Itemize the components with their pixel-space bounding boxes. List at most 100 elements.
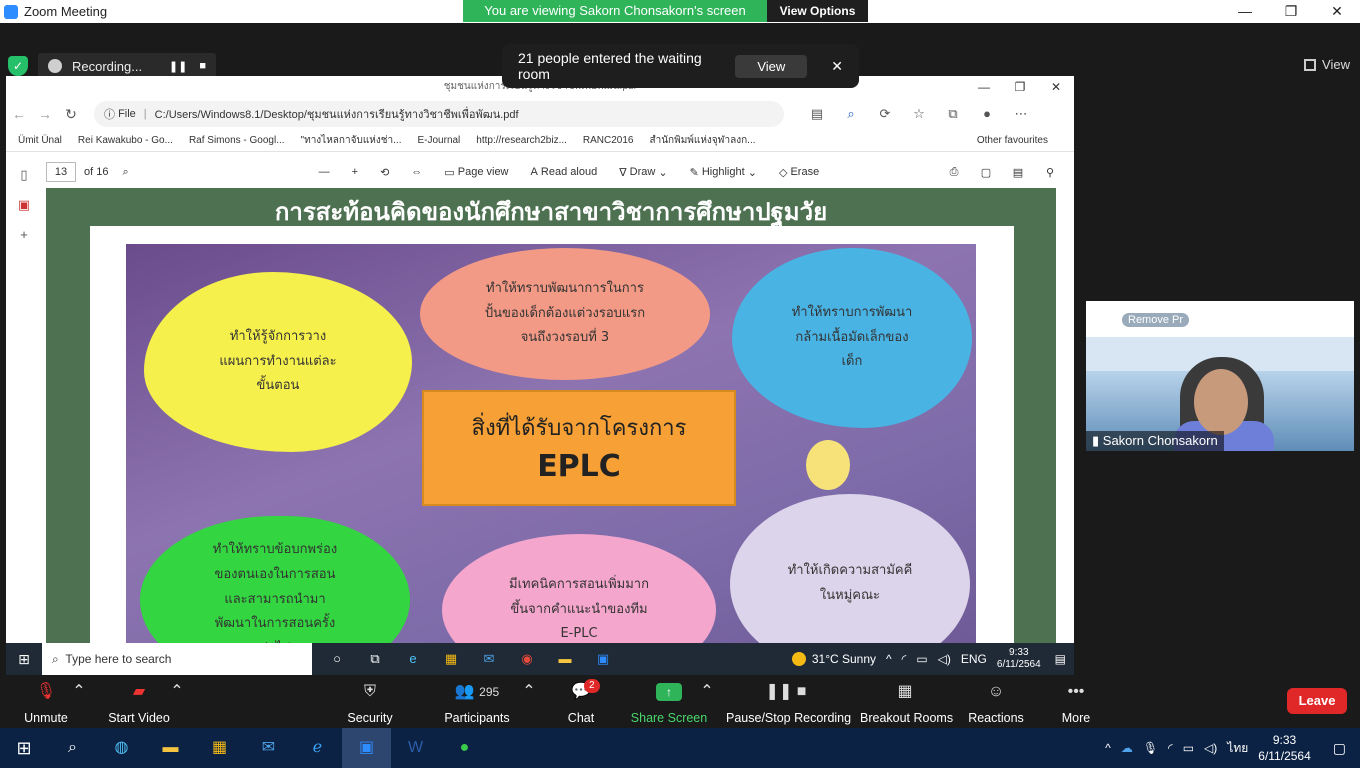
center-box: สิ่งที่ได้รับจากโครงการ EPLC [422, 390, 736, 506]
extensions-icon[interactable]: ⟳ [868, 106, 902, 122]
favourite-item[interactable]: http://research2biz... [476, 135, 567, 146]
participants-button[interactable]: 👥 295 Participants [442, 679, 512, 725]
close-icon[interactable]: ✕ [1314, 0, 1360, 23]
reading-mode-icon[interactable]: ▤ [800, 106, 834, 122]
start-video-button[interactable]: ▰ Start Video [104, 679, 174, 725]
chat-badge: 2 [584, 679, 600, 693]
edge-taskbar-icon[interactable]: ◍ [97, 728, 146, 768]
favourite-item[interactable]: Rei Kawakubo - Go... [78, 135, 173, 146]
encryption-shield-icon[interactable]: ✓ [8, 56, 28, 76]
erase-button[interactable]: ◇ Erase [779, 166, 819, 179]
zoom-app-icon [4, 4, 18, 19]
cloud-recording-icon [48, 59, 62, 73]
share-screen-button[interactable]: ↑ Share Screen [630, 679, 708, 725]
mic-icon[interactable]: 🎙 [1143, 741, 1158, 755]
other-favourites[interactable]: Other favourites [977, 135, 1048, 146]
page-view-button[interactable]: ▭ Page view [444, 166, 508, 179]
browser-tools: ▤ ⌕ ⟳ ☆ ⧉ ● ⋯ [800, 106, 1038, 122]
network-icon[interactable]: ◜ [1168, 741, 1173, 755]
back-icon[interactable]: ← [6, 106, 32, 122]
share-options-chevron[interactable]: ⌃ [700, 679, 714, 705]
participants-chevron[interactable]: ⌃ [522, 679, 536, 705]
view-options-button[interactable]: View Options ⌄ [767, 0, 868, 40]
print-icon[interactable]: ⎙ [938, 166, 970, 179]
favourite-item[interactable]: สำนักพิมพ์แห่งจุฬาลงก... [650, 133, 756, 148]
line-taskbar-icon[interactable]: ● [440, 728, 489, 768]
pause-recording-icon[interactable]: ❚❚ [169, 60, 187, 73]
favourite-item[interactable]: RANC2016 [583, 135, 634, 146]
favorites-icon[interactable]: ☆ [902, 106, 936, 122]
host-lang[interactable]: ไทย [1227, 739, 1248, 758]
maximize-icon[interactable]: ❐ [1268, 0, 1314, 23]
participant-video[interactable]: Remove Pr ▮ Sakorn Chonsakorn [1086, 301, 1354, 451]
browser-minimize-icon[interactable]: — [966, 76, 1002, 98]
ie-taskbar-icon[interactable]: ℯ [293, 728, 342, 768]
host-clock[interactable]: 9:33 6/11/2564 [1258, 732, 1311, 764]
favourite-item[interactable]: E-Journal [417, 135, 460, 146]
pause-stop-recording-button[interactable]: ❚❚ ■ Pause/Stop Recording [726, 679, 851, 725]
start-icon[interactable]: ⊞ [0, 738, 48, 759]
sidebar-toggle-icon[interactable]: ▯ [6, 160, 42, 190]
pdf-tab-icon[interactable]: ▣ [6, 190, 42, 220]
info-icon: ⓘ [104, 109, 115, 121]
remove-profile-label[interactable]: Remove Pr [1122, 313, 1190, 327]
fit-page-icon[interactable]: ⇔ [411, 166, 422, 178]
battery-icon[interactable]: ▭ [1183, 741, 1194, 755]
waiting-room-view-button[interactable]: View [735, 54, 808, 78]
stop-recording-icon[interactable]: ■ [199, 60, 206, 72]
search-icon[interactable]: ⌕ [48, 728, 97, 768]
favourite-item[interactable]: Raf Simons - Googl... [189, 135, 285, 146]
chat-button[interactable]: 💬 Chat 2 [564, 679, 600, 725]
shared-search-icon: ⌕ [52, 651, 59, 666]
security-label: Security [347, 711, 393, 725]
unmute-button[interactable]: 🎙 Unmute [20, 679, 72, 725]
forward-icon[interactable]: → [32, 106, 58, 122]
rotate-icon[interactable]: ⟲ [380, 166, 389, 179]
audio-options-chevron[interactable]: ⌃ [72, 679, 86, 705]
zoom-in-icon[interactable]: + [352, 166, 358, 178]
browser-maximize-icon[interactable]: ❐ [1002, 76, 1038, 98]
breakout-rooms-button[interactable]: ▦ Breakout Rooms [860, 679, 953, 725]
save-icon[interactable]: ▢ [970, 166, 1002, 179]
close-notification-icon[interactable]: ✕ [831, 58, 843, 75]
read-aloud-button[interactable]: A Read aloud [531, 166, 598, 178]
action-center-icon[interactable]: ▢ [1333, 740, 1346, 757]
highlight-button[interactable]: ✎ Highlight ⌄ [690, 166, 757, 179]
view-layout-label: View [1322, 57, 1350, 72]
tray-chevron-icon[interactable]: ^ [1105, 741, 1111, 755]
explorer-icon: ▬ [558, 651, 572, 666]
new-tab-icon[interactable]: + [6, 220, 42, 250]
pin-icon[interactable]: ⚲ [1034, 166, 1066, 179]
weather-sun-icon [791, 652, 806, 666]
security-button[interactable]: ⛨ Security [342, 679, 398, 725]
file-explorer-icon[interactable]: ▬ [146, 728, 195, 768]
word-taskbar-icon[interactable]: W [391, 728, 440, 768]
draw-button[interactable]: ∇ Draw ⌄ [619, 166, 667, 179]
profile-icon[interactable]: ● [970, 106, 1004, 122]
favourite-item[interactable]: "ทางไหลกาจับแห่งช่า... [301, 133, 402, 148]
refresh-icon[interactable]: ↻ [58, 106, 84, 123]
mail-taskbar-icon[interactable]: ✉ [244, 728, 293, 768]
onedrive-icon[interactable]: ☁ [1121, 741, 1133, 755]
zoom-taskbar-icon[interactable]: ▣ [342, 728, 391, 768]
cortana-icon: ○ [333, 651, 341, 666]
address-field[interactable]: ⓘ File | C:/Users/Windows8.1/Desktop/ชุม… [94, 101, 784, 127]
reactions-button[interactable]: ☺ Reactions [968, 679, 1024, 725]
more-icon[interactable]: ⋯ [1004, 106, 1038, 122]
store-taskbar-icon[interactable]: ▦ [195, 728, 244, 768]
zoom-out-icon[interactable]: — [319, 166, 330, 178]
leave-button[interactable]: Leave [1287, 688, 1347, 714]
browser-close-icon[interactable]: ✕ [1038, 76, 1074, 98]
find-icon[interactable]: ⌕ [122, 166, 128, 179]
search-icon[interactable]: ⌕ [834, 106, 868, 122]
view-layout-button[interactable]: View [1304, 57, 1350, 72]
save-as-icon[interactable]: ▤ [1002, 166, 1034, 179]
page-number-input[interactable]: 13 [46, 162, 76, 182]
shared-start-icon: ⊞ [18, 650, 30, 667]
video-options-chevron[interactable]: ⌃ [170, 679, 184, 705]
more-button[interactable]: ••• More [1056, 679, 1096, 725]
favourite-item[interactable]: Ümit Ünal [18, 135, 62, 146]
volume-icon[interactable]: ◁) [1204, 741, 1217, 755]
minimize-icon[interactable]: — [1222, 0, 1268, 23]
collections-icon[interactable]: ⧉ [936, 106, 970, 122]
